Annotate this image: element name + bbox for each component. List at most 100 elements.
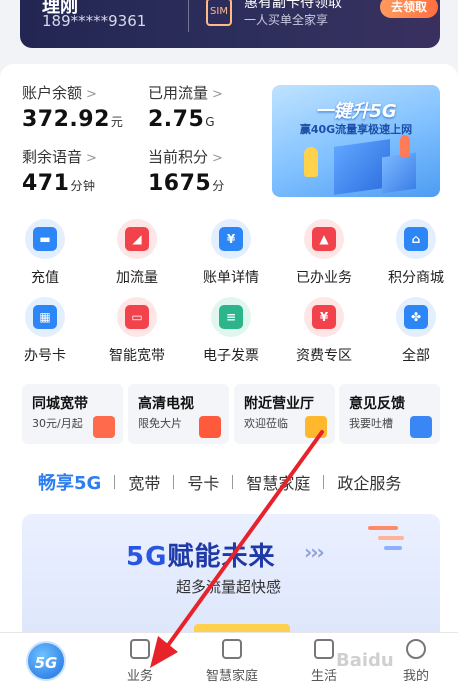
- stat-label: 已用流量: [148, 84, 209, 102]
- grid-item-all[interactable]: ✤ 全部: [376, 297, 456, 365]
- nav-smart-home[interactable]: 智慧家庭: [202, 639, 262, 684]
- banner-subtitle: 超多流量超快感: [176, 578, 282, 596]
- grid-item-label: 积分商城: [388, 270, 444, 286]
- grid-item-recharge[interactable]: ▬ 充值: [5, 219, 85, 287]
- sim-card-icon: SIM: [206, 0, 232, 26]
- wallet-icon: ▬: [25, 219, 65, 259]
- promo-subtitle: 一人买单全家享: [244, 13, 329, 27]
- service-card-feedback[interactable]: 意见反馈 我要吐槽: [339, 384, 440, 444]
- stat-value: 2.75: [148, 107, 205, 132]
- stat-balance[interactable]: 账户余额 > 372.92元: [22, 82, 123, 132]
- grid-item-completed-services[interactable]: ▲ 已办业务: [284, 219, 364, 287]
- grid-item-label: 充值: [31, 270, 59, 286]
- grid-item-label: 已办业务: [296, 270, 352, 286]
- service-subtitle: 欢迎莅临: [244, 417, 288, 430]
- service-card-hd-tv[interactable]: 高清电视 限免大片: [128, 384, 229, 444]
- service-title: 附近营业厅: [244, 396, 314, 412]
- secondary-card-promo[interactable]: 理刚 189*****9361 SIM 惠有副卡待领取 一人买单全家享 去领取: [20, 0, 440, 48]
- nav-label: 业务: [126, 669, 153, 684]
- grid-item-points-mall[interactable]: ⌂ 积分商城: [376, 219, 456, 287]
- service-card-nearby-store[interactable]: 附近营业厅 欢迎莅临: [234, 384, 335, 444]
- grid-item-label: 办号卡: [24, 348, 66, 364]
- watermark: Baidu: [336, 650, 394, 671]
- data-boost-icon: ◢: [117, 219, 157, 259]
- user-icon: [406, 639, 426, 659]
- tab-divider: [323, 475, 325, 489]
- service-card-broadband[interactable]: 同城宽带 30元/月起: [22, 384, 123, 444]
- banner-figure: [304, 147, 318, 177]
- grid-item-e-invoice[interactable]: ≡ 电子发票: [191, 297, 271, 365]
- grid-item-label: 资费专区: [296, 348, 352, 364]
- decoration: [384, 546, 402, 550]
- claim-button[interactable]: 去领取: [380, 0, 438, 18]
- stat-unit: 分: [212, 179, 225, 193]
- tab-divider: [173, 475, 175, 489]
- tab-divider: [232, 475, 234, 489]
- grid-item-label: 智能宽带: [109, 348, 165, 364]
- nav-label: 我的: [402, 669, 429, 684]
- stat-label: 剩余语音: [22, 148, 83, 166]
- stat-unit: G: [205, 115, 216, 129]
- chevron-right-icon: >: [86, 87, 97, 102]
- stat-value: 372.92: [22, 107, 110, 132]
- tab-broadband[interactable]: 宽带: [128, 470, 160, 494]
- grid-item-label: 电子发票: [203, 348, 259, 364]
- stat-unit: 分钟: [70, 179, 96, 193]
- stat-value: 1675: [148, 171, 212, 196]
- tab-divider: [114, 475, 116, 489]
- upgrade-5g-banner[interactable]: 一键升5G 赢40G流量享极速上网: [272, 85, 440, 197]
- tab-smart-home[interactable]: 智慧家庭: [246, 470, 310, 494]
- chevron-right-icon: >: [212, 87, 223, 102]
- all-grid-icon: ✤: [396, 297, 436, 337]
- main-panel: 账户余额 > 372.92元 已用流量 > 2.75G 剩余语音 > 471分钟 当前…: [0, 64, 458, 664]
- grid-item-label: 加流量: [116, 270, 158, 286]
- nav-business[interactable]: 业务: [110, 639, 170, 684]
- banner-illustration: [382, 152, 416, 194]
- nav-label: 智慧家庭: [205, 669, 258, 684]
- store-icon: [305, 416, 327, 438]
- banner-subtitle: 赢40G流量享极速上网: [299, 123, 413, 136]
- shop-icon: ⌂: [396, 219, 436, 259]
- tab-enterprise[interactable]: 政企服务: [337, 470, 401, 494]
- banner-figure: [400, 135, 410, 157]
- home-5g-button[interactable]: 5G: [26, 641, 66, 681]
- bag-icon: [314, 639, 334, 659]
- category-tabs: 畅享5G 宽带 号卡 智慧家庭 政企服务: [38, 469, 401, 495]
- document-icon: [410, 416, 432, 438]
- chevron-right-icon: >: [212, 151, 223, 166]
- tab-sim-card[interactable]: 号卡: [187, 470, 219, 494]
- grid-item-bill-details[interactable]: ¥ 账单详情: [191, 219, 271, 287]
- video-camera-icon: [199, 416, 221, 438]
- stat-unit: 元: [110, 115, 124, 129]
- stat-data-used[interactable]: 已用流量 > 2.75G: [148, 82, 223, 132]
- grid-item-get-sim[interactable]: ▦ 办号卡: [5, 297, 85, 365]
- price-icon: ¥: [304, 297, 344, 337]
- router-icon: ▭: [117, 297, 157, 337]
- grid-item-label: 全部: [402, 348, 430, 364]
- chevron-right-icon: >: [86, 151, 97, 166]
- bill-icon: ¥: [211, 219, 251, 259]
- decoration: [378, 536, 404, 540]
- grid-item-label: 账单详情: [203, 270, 259, 286]
- stat-label: 当前积分: [148, 148, 209, 166]
- nav-mine[interactable]: 我的: [386, 639, 446, 684]
- service-title: 高清电视: [138, 396, 194, 412]
- phone-number: 189*****9361: [42, 12, 147, 30]
- grid-item-tariff-zone[interactable]: ¥ 资费专区: [284, 297, 364, 365]
- divider: [188, 0, 189, 32]
- stat-label: 账户余额: [22, 84, 83, 102]
- service-title: 同城宽带: [32, 396, 88, 412]
- service-subtitle: 我要吐槽: [349, 417, 393, 430]
- grid-item-smart-broadband[interactable]: ▭ 智能宽带: [97, 297, 177, 365]
- phone-illustration-icon: [93, 416, 115, 438]
- tab-5g[interactable]: 畅享5G: [38, 469, 101, 495]
- grid-item-add-data[interactable]: ◢ 加流量: [97, 219, 177, 287]
- stat-points[interactable]: 当前积分 > 1675分: [148, 146, 225, 196]
- stat-voice-remaining[interactable]: 剩余语音 > 471分钟: [22, 146, 97, 196]
- business-icon: [130, 639, 150, 659]
- service-subtitle: 30元/月起: [32, 417, 83, 430]
- chevrons-right-icon: ›››: [304, 540, 325, 564]
- service-subtitle: 限免大片: [138, 417, 182, 430]
- sim-card-icon: ▦: [25, 297, 65, 337]
- headline-5g: 5G: [126, 542, 168, 572]
